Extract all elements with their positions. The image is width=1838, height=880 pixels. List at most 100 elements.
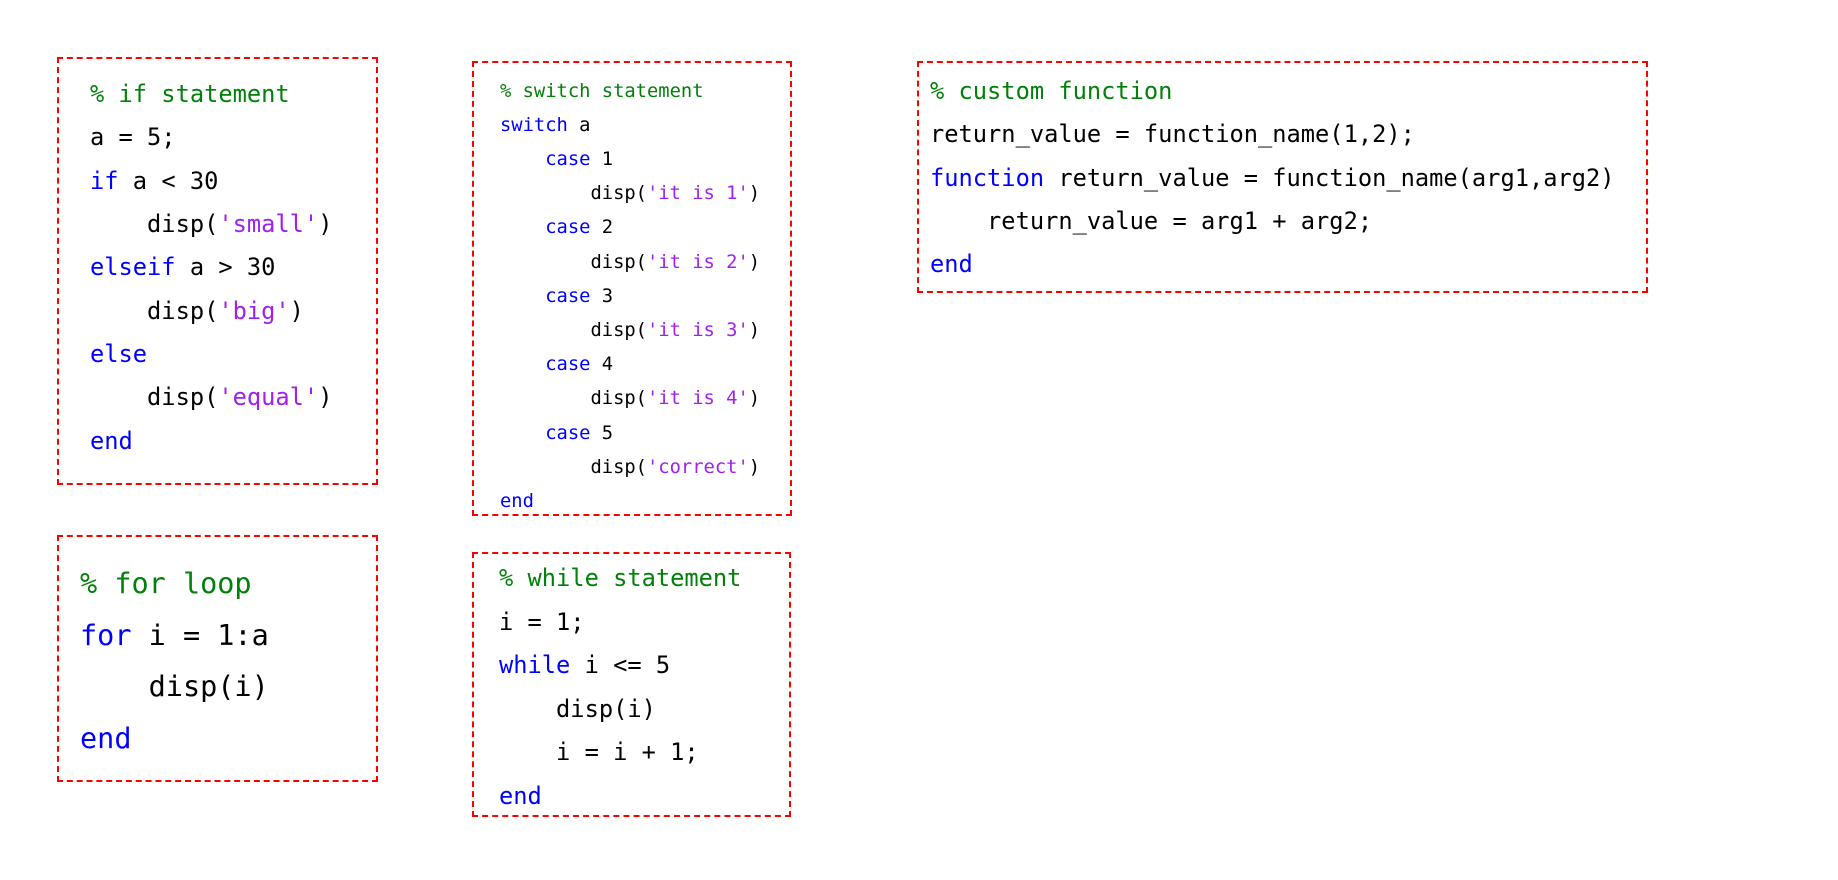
switch-statement-line: end	[500, 491, 534, 512]
custom-function-line: end	[930, 249, 973, 278]
code-token-keyword: function	[930, 163, 1045, 192]
code-token-string: 'small'	[218, 210, 319, 239]
code-token-plain: disp(	[500, 183, 647, 205]
if-statement-line: else	[90, 339, 148, 368]
code-token-keyword: end	[930, 249, 973, 278]
code-token-comment: % custom function	[930, 77, 1173, 106]
code-token-plain: disp(i)	[80, 670, 269, 704]
code-token-plain: disp(	[90, 296, 219, 325]
code-token-plain: )	[318, 383, 333, 412]
code-token-comment: % switch statement	[500, 80, 704, 102]
code-token-plain: disp(	[500, 456, 647, 478]
while-statement-line: i = i + 1;	[499, 738, 699, 767]
code-token-plain: a	[567, 114, 591, 136]
code-token-plain: )	[318, 210, 333, 239]
if-statement-line: if a < 30	[90, 166, 219, 195]
code-token-plain: disp(	[500, 251, 647, 273]
switch-statement-line: disp('correct')	[500, 456, 761, 478]
code-token-string: 'it is 4'	[647, 388, 749, 410]
code-token-plain: 4	[590, 354, 614, 376]
code-token-plain: disp(	[90, 210, 219, 239]
code-token-plain: a = 5;	[90, 123, 176, 152]
code-token-string: 'it is 2'	[647, 251, 749, 273]
code-token-plain: i = i + 1;	[499, 738, 699, 767]
switch-statement-line: case 2	[500, 217, 614, 239]
custom-function-line: % custom function	[930, 77, 1173, 106]
code-token-keyword: end	[500, 491, 534, 512]
code-token-plain: return_value = arg1 + arg2;	[930, 206, 1373, 235]
code-token-string: 'equal'	[218, 383, 319, 412]
code-token-plain: )	[748, 251, 761, 273]
code-token-plain: )	[748, 183, 761, 205]
code-token-keyword: for	[80, 618, 132, 652]
switch-statement-line: disp('it is 3')	[500, 320, 761, 341]
code-token-keyword: case	[545, 149, 591, 170]
for-loop-line: for i = 1:a	[80, 618, 269, 652]
code-token-plain: )	[289, 296, 304, 325]
code-token-keyword: end	[80, 722, 132, 756]
code-token-plain: return_value = function_name(1,2);	[930, 120, 1415, 149]
switch-statement-line: case 5	[500, 422, 613, 444]
for-loop-line: % for loop	[80, 566, 252, 600]
if-statement-line: % if statement	[90, 80, 290, 109]
if-statement-line: disp('equal')	[90, 383, 333, 412]
code-token-plain: i = 1;	[499, 607, 585, 636]
code-token-comment: % while statement	[499, 564, 742, 593]
code-token-plain: a > 30	[175, 253, 276, 282]
while-statement-line: end	[499, 781, 542, 810]
if-statement-line: end	[90, 426, 133, 455]
code-token-keyword: case	[545, 285, 591, 307]
custom-function-line: return_value = arg1 + arg2;	[930, 206, 1373, 235]
code-token-plain: return_value = function_name(arg1,arg2)	[1044, 163, 1615, 192]
code-token-plain: 3	[590, 285, 614, 307]
switch-statement-line: case 3	[500, 285, 614, 307]
code-token-keyword: elseif	[90, 253, 176, 282]
code-token-keyword: else	[90, 339, 148, 368]
code-token-keyword: case	[545, 422, 591, 444]
code-token-plain: disp(	[500, 388, 647, 410]
code-token-string: 'big'	[218, 296, 290, 325]
code-token-keyword: end	[499, 781, 542, 810]
code-token-plain: )	[748, 456, 761, 478]
code-token-string: 'it is 1'	[647, 183, 749, 205]
switch-statement-line: switch a	[500, 114, 591, 136]
for-loop-line: end	[80, 722, 132, 756]
code-token-keyword: case	[545, 354, 591, 376]
while-statement-line: % while statement	[499, 564, 742, 593]
while-statement-line: while i <= 5	[499, 651, 671, 680]
code-token-keyword: switch	[500, 114, 568, 136]
for-loop-line: disp(i)	[80, 673, 269, 702]
while-statement-line: i = 1;	[499, 607, 585, 636]
code-token-keyword: while	[499, 651, 571, 680]
code-token-string: 'correct'	[647, 456, 749, 478]
switch-statement-line: case 1	[500, 149, 614, 170]
switch-statement-line: disp('it is 2')	[500, 251, 761, 273]
code-token-plain: 1	[590, 149, 614, 170]
code-token-keyword: case	[545, 217, 591, 239]
code-token-plain: disp(	[90, 383, 219, 412]
code-token-plain: 2	[590, 217, 614, 239]
code-token-keyword: end	[90, 426, 133, 455]
switch-statement-line: % switch statement	[500, 80, 704, 102]
custom-function-line: return_value = function_name(1,2);	[930, 120, 1415, 149]
code-token-comment: % for loop	[80, 566, 252, 600]
while-statement-line: disp(i)	[499, 697, 656, 722]
code-token-plain: )	[748, 388, 761, 410]
if-statement-line: a = 5;	[90, 126, 176, 150]
code-token-plain: disp(	[500, 320, 647, 341]
code-token-plain: )	[748, 320, 761, 341]
switch-statement-line: disp('it is 1')	[500, 183, 761, 205]
code-token-keyword: if	[90, 166, 119, 195]
code-token-plain: a < 30	[118, 166, 219, 195]
switch-statement-line: case 4	[500, 354, 614, 376]
custom-function-line: function return_value = function_name(ar…	[930, 163, 1615, 192]
code-token-plain: i <= 5	[570, 651, 671, 680]
if-statement-line: elseif a > 30	[90, 253, 276, 282]
code-token-comment: % if statement	[90, 80, 290, 109]
if-statement-line: disp('small')	[90, 210, 333, 239]
